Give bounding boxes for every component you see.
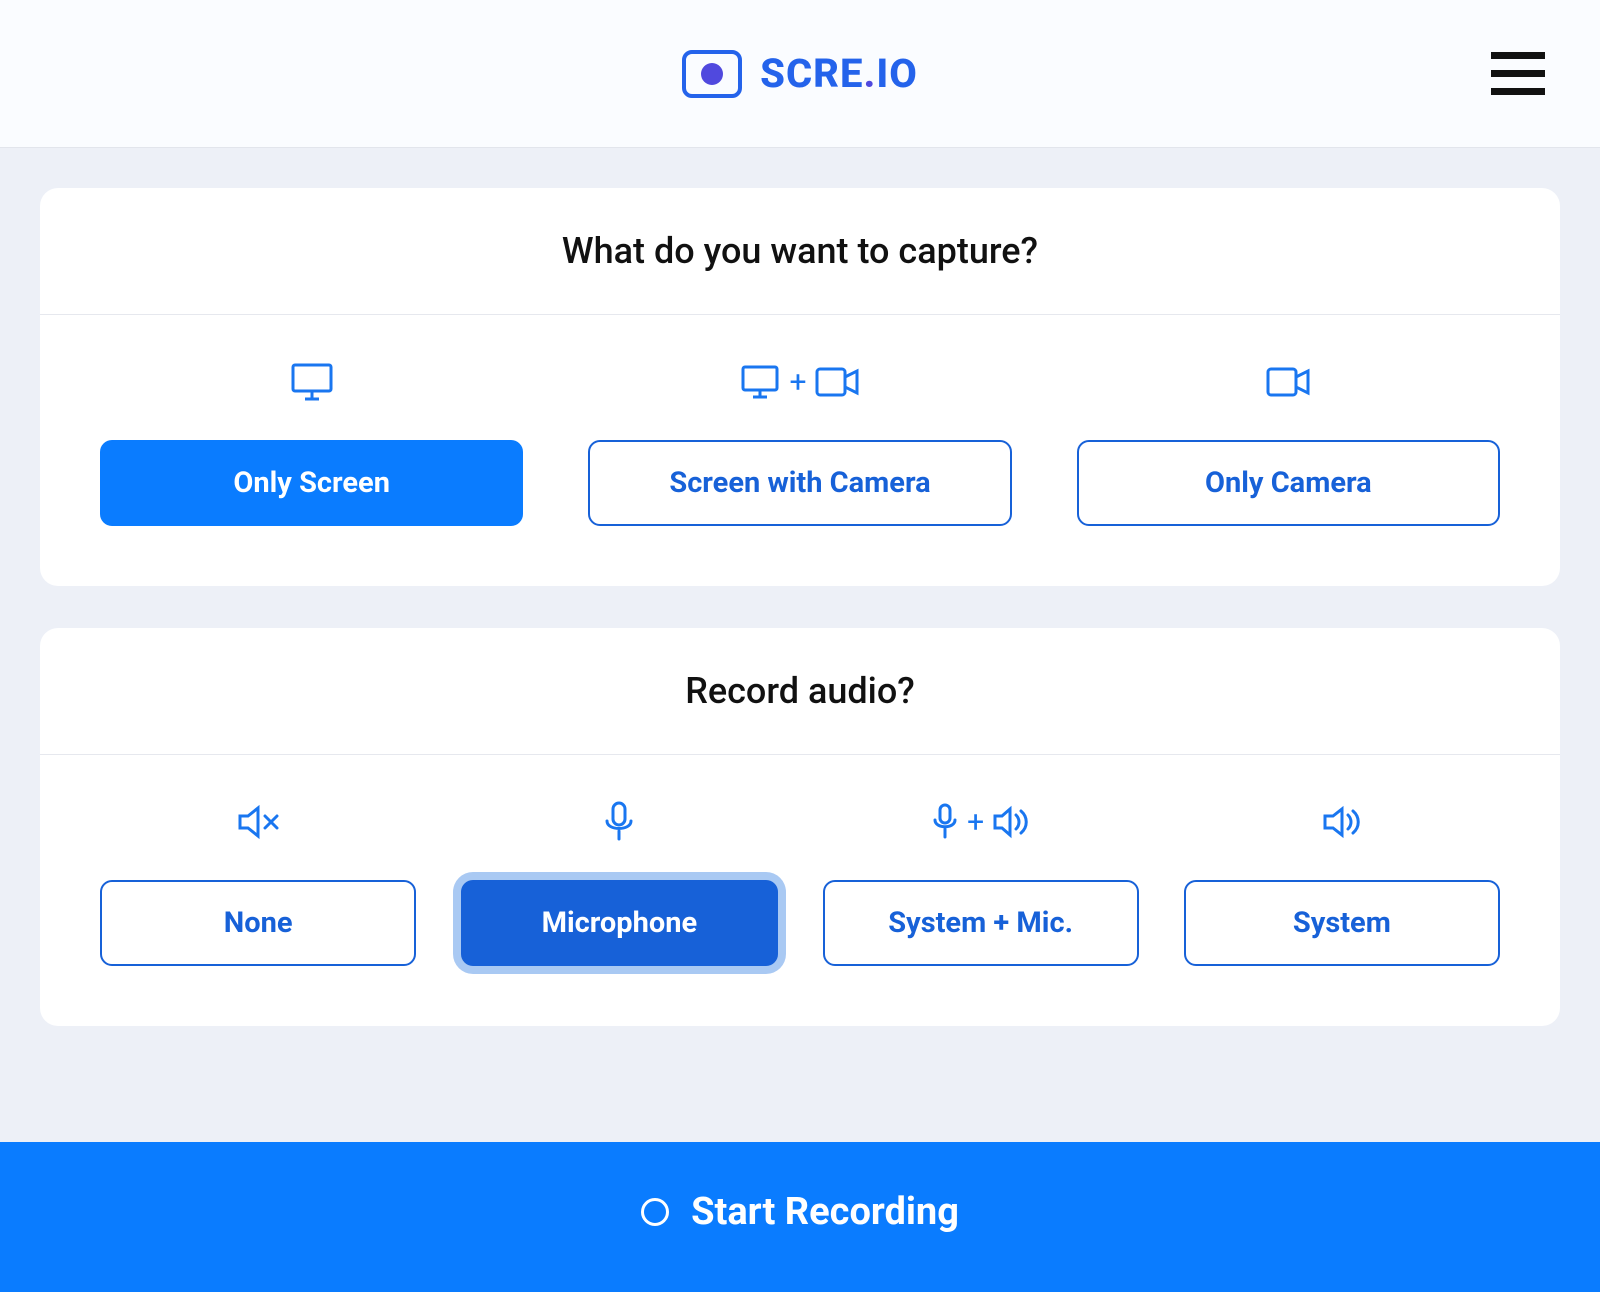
audio-heading: Record audio? — [40, 628, 1560, 755]
microphone-icon — [602, 800, 636, 844]
main-content: What do you want to capture? Only Screen — [0, 148, 1600, 1108]
audio-system-button[interactable]: System — [1184, 880, 1500, 966]
start-recording-button[interactable]: Start Recording — [0, 1142, 1600, 1292]
only-camera-button[interactable]: Only Camera — [1077, 440, 1500, 526]
audio-card: Record audio? None — [40, 628, 1560, 1026]
screen-with-camera-button[interactable]: Screen with Camera — [588, 440, 1011, 526]
only-screen-button[interactable]: Only Screen — [100, 440, 523, 526]
app-header: SCRE.IO — [0, 0, 1600, 148]
audio-options: None Microphone — [40, 755, 1560, 1026]
menu-button[interactable] — [1491, 52, 1545, 96]
logo[interactable]: SCRE.IO — [682, 50, 918, 98]
audio-system-mic-button[interactable]: System + Mic. — [823, 880, 1139, 966]
microphone-plus-speaker-icon: + — [931, 800, 1030, 844]
logo-text-dot: . — [863, 50, 876, 97]
option-only-camera: Only Camera — [1077, 360, 1500, 526]
start-recording-label: Start Recording — [691, 1190, 959, 1234]
audio-none-button[interactable]: None — [100, 880, 416, 966]
capture-card: What do you want to capture? Only Screen — [40, 188, 1560, 586]
monitor-plus-camera-icon: + — [741, 360, 858, 404]
hamburger-icon — [1491, 52, 1545, 96]
record-circle-icon — [641, 1198, 669, 1226]
speaker-icon — [1322, 800, 1362, 844]
logo-camera-icon — [682, 50, 742, 98]
speaker-muted-icon — [237, 800, 279, 844]
plus-icon: + — [967, 805, 984, 840]
capture-options: Only Screen + Screen with Camera — [40, 315, 1560, 586]
option-only-screen: Only Screen — [100, 360, 523, 526]
logo-text-primary: SCRE — [760, 50, 863, 97]
capture-heading: What do you want to capture? — [40, 188, 1560, 315]
option-audio-microphone: Microphone — [461, 800, 777, 966]
camera-icon — [1266, 360, 1310, 404]
option-audio-system-mic: + System + Mic. — [823, 800, 1139, 966]
option-audio-system: System — [1184, 800, 1500, 966]
logo-text-secondary: IO — [876, 50, 918, 97]
logo-text: SCRE.IO — [760, 50, 918, 97]
option-audio-none: None — [100, 800, 416, 966]
audio-microphone-button[interactable]: Microphone — [461, 880, 777, 966]
plus-icon: + — [789, 365, 806, 400]
monitor-icon — [291, 360, 333, 404]
option-screen-with-camera: + Screen with Camera — [588, 360, 1011, 526]
